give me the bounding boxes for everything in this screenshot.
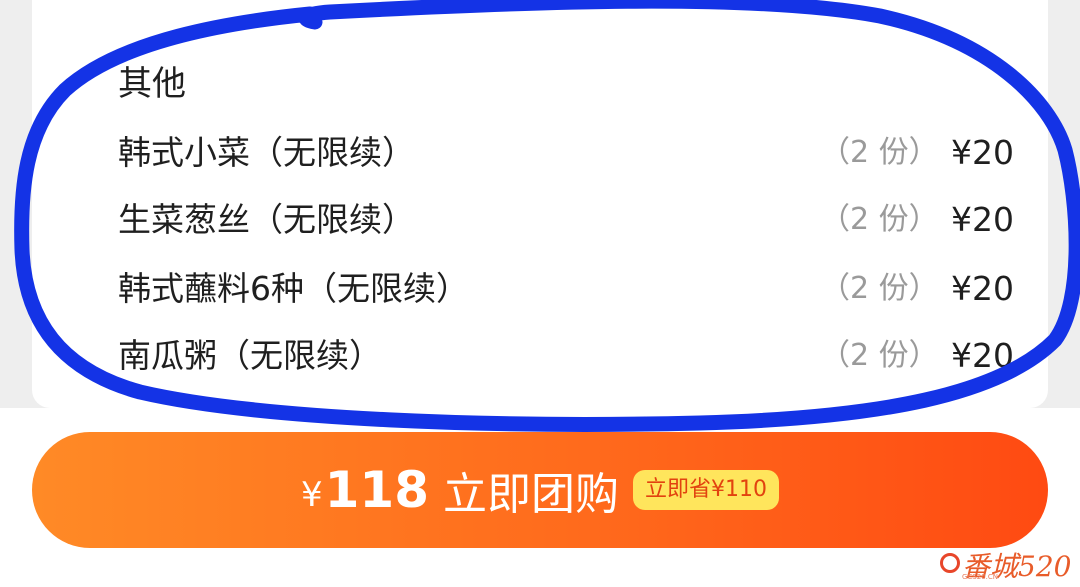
item-price: ¥20: [951, 133, 1014, 172]
price-amount: 118: [324, 461, 429, 519]
item-name: 韩式小菜（无限续）: [118, 133, 415, 172]
item-name: 南瓜粥（无限续）: [118, 336, 382, 375]
item-name: 生菜葱丝（无限续）: [118, 200, 415, 239]
logo-icon: [940, 553, 960, 573]
item-quantity: （2 份）: [820, 135, 939, 170]
list-item: 韩式小菜（无限续） （2 份） ¥20: [0, 128, 1080, 178]
item-price: ¥20: [951, 336, 1014, 375]
watermark-logo: 番城520 GCS20.CN: [940, 549, 1074, 583]
group-buy-button[interactable]: ¥ 118 立即团购 立即省¥110: [32, 432, 1048, 548]
buy-button-label: 立即团购: [443, 469, 619, 520]
item-quantity: （2 份）: [820, 271, 939, 306]
item-price: ¥20: [951, 269, 1014, 308]
section-title: 其他: [118, 64, 186, 104]
list-item: 南瓜粥（无限续） （2 份） ¥20: [0, 331, 1080, 381]
currency-symbol: ¥: [300, 475, 323, 515]
list-item: 韩式蘸料6种（无限续） （2 份） ¥20: [0, 264, 1080, 314]
item-quantity: （2 份）: [820, 202, 939, 237]
watermark-subtext: GCS20.CN: [962, 573, 999, 581]
item-name: 韩式蘸料6种（无限续）: [118, 269, 469, 308]
savings-badge: 立即省¥110: [633, 470, 779, 510]
item-price: ¥20: [951, 200, 1014, 239]
list-item: 生菜葱丝（无限续） （2 份） ¥20: [0, 195, 1080, 245]
item-quantity: （2 份）: [820, 338, 939, 373]
